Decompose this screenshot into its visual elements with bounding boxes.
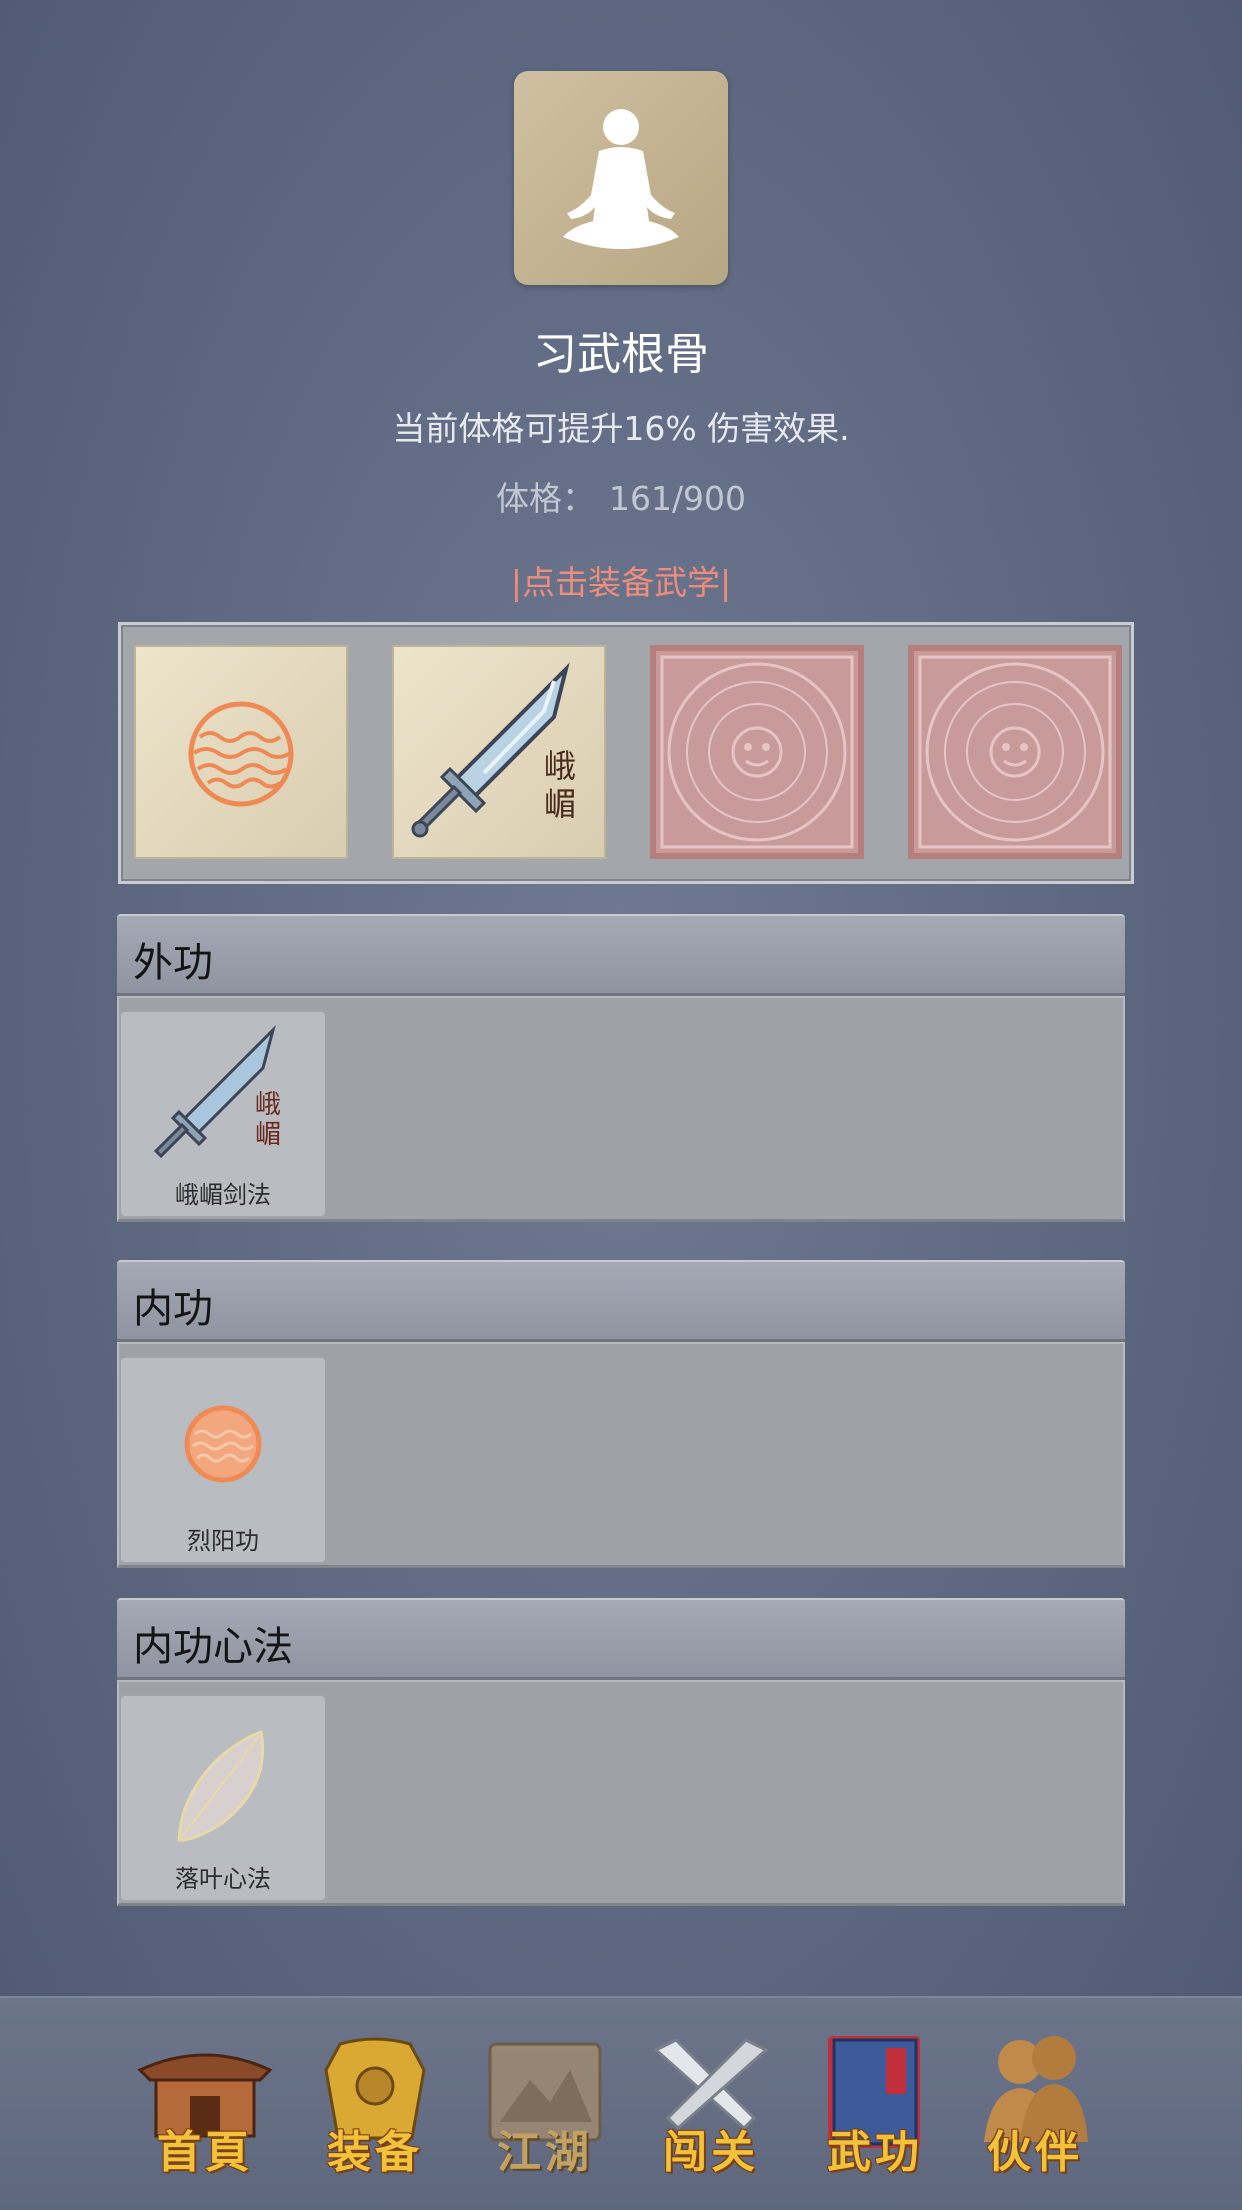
section-title: 内功心法 bbox=[133, 1624, 293, 1670]
skill-card-lieyang[interactable]: 烈阳功 bbox=[119, 1356, 327, 1564]
nav-label: 首頁 bbox=[157, 2127, 253, 2178]
constitution-stat: 体格： 161/900 bbox=[0, 472, 1242, 520]
nav-item-jianghu[interactable]: 江湖 bbox=[470, 2030, 620, 2180]
nav-item-martial-arts[interactable]: 武功 bbox=[800, 2030, 950, 2180]
section-title: 外功 bbox=[133, 940, 213, 986]
section-header-external: 外功 bbox=[117, 914, 1125, 996]
section-title: 内功 bbox=[133, 1286, 213, 1332]
skill-label: 烈阳功 bbox=[187, 1527, 259, 1555]
section-header-mental: 内功心法 bbox=[117, 1598, 1125, 1680]
section-header-internal: 内功 bbox=[117, 1260, 1125, 1342]
meditation-icon bbox=[563, 109, 679, 249]
slot-glyph: 峨嵋 bbox=[544, 747, 577, 823]
skill-card-luoye[interactable]: 落叶心法 bbox=[119, 1694, 327, 1902]
nav-item-partners[interactable]: 伙伴 bbox=[960, 2030, 1110, 2180]
nav-label: 江湖 bbox=[497, 2127, 593, 2178]
stat-label: 体格： bbox=[495, 479, 595, 518]
nav-label: 闯关 bbox=[663, 2127, 759, 2178]
stat-value: 161/900 bbox=[608, 479, 747, 518]
emei-sword-icon bbox=[153, 1025, 276, 1159]
skill-card-emei-sword[interactable]: 峨嵋 峨嵋剑法 bbox=[119, 1010, 327, 1218]
equipped-slot-2[interactable]: 峨嵋 bbox=[392, 645, 606, 859]
locked-slot-4[interactable] bbox=[908, 645, 1122, 859]
nav-label: 武功 bbox=[827, 2127, 923, 2178]
aztec-calendar-icon bbox=[660, 655, 854, 849]
locked-slot-3[interactable] bbox=[650, 645, 864, 859]
nav-item-home[interactable]: 首頁 bbox=[130, 2030, 280, 2180]
aztec-calendar-icon bbox=[918, 655, 1112, 849]
nav-label: 装备 bbox=[327, 2127, 423, 2178]
nav-item-challenge[interactable]: 闯关 bbox=[636, 2030, 786, 2180]
leaf-icon bbox=[177, 1729, 265, 1842]
skill-label: 落叶心法 bbox=[175, 1865, 271, 1893]
meditation-avatar bbox=[514, 71, 728, 285]
equip-hint[interactable]: |点击装备武学| bbox=[0, 556, 1242, 604]
card-glyph: 峨嵋 bbox=[255, 1090, 282, 1150]
equipped-slot-1[interactable] bbox=[134, 645, 348, 859]
sun-orb-icon bbox=[184, 1405, 262, 1483]
page-title: 习武根骨 bbox=[533, 329, 709, 380]
description-text: 当前体格可提升16% 伤害效果. bbox=[392, 409, 850, 448]
nav-item-equipment[interactable]: 装备 bbox=[300, 2030, 450, 2180]
skill-label: 峨嵋剑法 bbox=[175, 1181, 271, 1209]
sun-orb-icon bbox=[188, 701, 294, 807]
nav-label: 伙伴 bbox=[987, 2127, 1083, 2178]
